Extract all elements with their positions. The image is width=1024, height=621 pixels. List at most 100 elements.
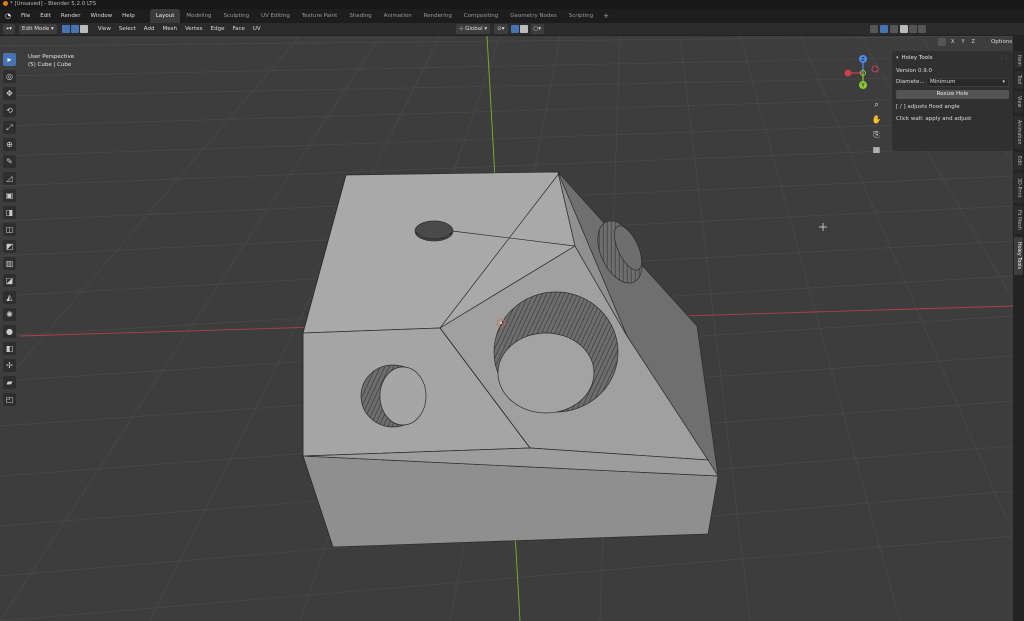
collapse-chevron-icon[interactable]: ▾ [896,55,899,61]
tab-shading[interactable]: Shading [343,9,377,23]
axis-y-toggle[interactable]: Y [958,37,968,47]
xray-icon[interactable] [890,25,899,33]
gizmo-x-icon[interactable] [844,69,852,77]
perspective-toggle-icon[interactable]: ▦ [871,144,882,155]
rip-tool-icon[interactable]: ◰ [3,393,16,406]
sidebar-tab-tool[interactable]: Tool [1014,71,1023,89]
sidebar-tab-3d-print[interactable]: 3D-Print [1014,173,1023,203]
snap-target-icon[interactable] [519,25,528,33]
sidebar-tab-animation[interactable]: Animation [1014,116,1023,149]
tab-sculpting[interactable]: Sculpting [217,9,255,23]
camera-view-icon[interactable]: ⎘ [871,129,882,140]
sidebar-tab-view[interactable]: View [1014,91,1023,113]
menu-edge[interactable]: Edge [207,26,229,32]
axis-x-toggle[interactable]: X [948,37,958,47]
tab-scripting[interactable]: Scripting [563,9,599,23]
resize-hole-button[interactable]: Resize Hole [896,90,1009,99]
face-select-icon[interactable] [79,25,88,33]
gizmo-neg-x-icon[interactable] [871,65,879,73]
shrink-fatten-tool-icon[interactable]: ✢ [3,359,16,372]
shading-rendered-icon[interactable] [918,25,927,33]
snap-icon[interactable] [510,25,519,33]
pivot-point-icon[interactable]: ⊙▾ [494,24,508,34]
chevron-down-icon: ▾ [1002,79,1005,85]
edge-slide-tool-icon[interactable]: ◧ [3,342,16,355]
mode-label: Edit Mode [21,26,50,32]
menu-mesh[interactable]: Mesh [158,26,180,32]
spin-tool-icon[interactable]: ✺ [3,308,16,321]
overlay-icon[interactable] [870,25,879,33]
pan-hand-icon[interactable]: ✋ [871,114,882,125]
extrude-tool-icon[interactable]: ◨ [3,206,16,219]
annotate-tool-icon[interactable]: ✎ [3,155,16,168]
move-tool-icon[interactable]: ✥ [3,87,16,100]
proportional-editing-icon[interactable]: ○▾ [530,24,545,34]
3d-viewport[interactable]: User Perspective (5) Cube | Cube ▸ ◎ ✥ ⟲… [0,36,1013,621]
viewport-info: User Perspective (5) Cube | Cube [28,53,74,69]
shading-solid-icon[interactable] [900,25,909,33]
measure-tool-icon[interactable]: ◿ [3,172,16,185]
transform-orientation-select[interactable]: ⊹ Global ▾ [455,24,491,34]
axis-z-toggle[interactable]: Z [968,37,978,47]
menu-select[interactable]: Select [115,26,140,32]
inset-tool-icon[interactable]: ◫ [3,223,16,236]
edge-select-icon[interactable] [70,25,79,33]
knife-tool-icon[interactable]: ◪ [3,274,16,287]
diameter-dropdown[interactable]: Minimum ▾ [926,78,1009,87]
blender-menu-icon[interactable]: ◔ [3,11,13,21]
select-box-icon[interactable]: ▸ [3,53,16,66]
menu-window[interactable]: Window [85,9,117,23]
menu-help[interactable]: Help [117,9,140,23]
sidebar-tab-fit-mesh[interactable]: Fit Mesh [1014,206,1023,234]
shear-tool-icon[interactable]: ▰ [3,376,16,389]
scene-canvas[interactable] [0,36,1013,621]
sidebar-tab-edit[interactable]: Edit [1014,152,1023,170]
panel-header[interactable]: ▾ Holey Tools ⋮⋮ [896,53,1009,63]
rotate-tool-icon[interactable]: ⟲ [3,104,16,117]
menu-edit[interactable]: Edit [35,9,56,23]
mirror-toggle-icon[interactable] [938,38,946,46]
click-wall-hint: Click wall: apply and adjust [896,116,972,122]
menu-uv[interactable]: UV [249,26,265,32]
navigation-gizmo[interactable]: Z Y [842,53,886,101]
menu-view[interactable]: View [94,26,115,32]
sidebar-tab-item[interactable]: Item [1014,51,1023,69]
smooth-tool-icon[interactable]: ● [3,325,16,338]
options-label: Options [990,39,1013,45]
diameter-row: Diamete... Minimum ▾ [896,78,1009,87]
menu-file[interactable]: File [16,9,35,23]
cursor-tool-icon[interactable]: ◎ [3,70,16,83]
tab-compositing[interactable]: Compositing [458,9,504,23]
menu-vertex[interactable]: Vertex [181,26,207,32]
tab-rendering[interactable]: Rendering [418,9,458,23]
tab-modeling[interactable]: Modeling [180,9,217,23]
active-object-label: (5) Cube | Cube [28,62,72,68]
bevel-tool-icon[interactable]: ◩ [3,240,16,253]
menu-face[interactable]: Face [228,26,248,32]
gizmo-toggle-icon[interactable] [880,25,889,33]
zoom-icon[interactable]: ⌕ [871,99,882,110]
flood-angle-hint: [ / ] adjusts flood angle [896,104,960,110]
tab-layout[interactable]: Layout [149,9,181,23]
view-perspective-label: User Perspective [28,54,75,60]
tab-uv-editing[interactable]: UV Editing [255,9,296,23]
tab-texture-paint[interactable]: Texture Paint [296,9,344,23]
shading-material-icon[interactable] [909,25,918,33]
vertex-select-icon[interactable] [61,25,70,33]
loop-cut-tool-icon[interactable]: ▥ [3,257,16,270]
panel-drag-handle-icon[interactable]: ⋮⋮ [999,55,1009,61]
tab-animation[interactable]: Animation [378,9,418,23]
menu-render[interactable]: Render [56,9,86,23]
poly-build-tool-icon[interactable]: ◭ [3,291,16,304]
editor-type-button[interactable]: ⌖▾ [3,24,15,34]
tab-geometry-nodes[interactable]: Geometry Nodes [504,9,562,23]
add-workspace-icon[interactable]: + [599,12,613,20]
sidebar-tab-holey-tools[interactable]: Holey Tools [1014,237,1023,275]
cube-mesh[interactable] [302,171,719,548]
transform-tool-icon[interactable]: ⊕ [3,138,16,151]
mode-select[interactable]: Edit Mode ▾ [18,24,57,34]
holey-tools-panel: ▾ Holey Tools ⋮⋮ Version 0.9.0 Diamete..… [892,51,1013,151]
add-cube-tool-icon[interactable]: ▣ [3,189,16,202]
scale-tool-icon[interactable]: ⤢ [3,121,16,134]
menu-add[interactable]: Add [140,26,159,32]
